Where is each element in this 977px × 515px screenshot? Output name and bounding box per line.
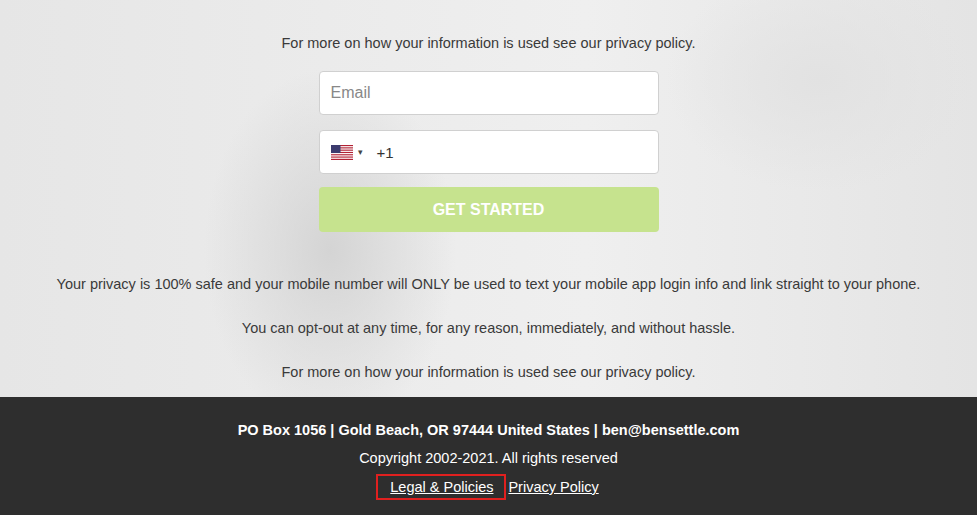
signup-page: For more on how your information is used…	[0, 0, 977, 514]
footer-address: PO Box 1056 | Gold Beach, OR 97444 Unite…	[238, 420, 740, 440]
info-note: You can opt-out at any time, for any rea…	[57, 318, 921, 338]
phone-input[interactable]: ▾ +1	[319, 130, 659, 174]
footer-link[interactable]: Privacy Policy	[506, 475, 600, 499]
footer-copyright: Copyright 2002-2021. All rights reserved	[359, 448, 618, 468]
footer-link[interactable]: Legal & Policies	[376, 474, 506, 500]
privacy-note: For more on how your information is used…	[282, 33, 696, 53]
footer: PO Box 1056 | Gold Beach, OR 97444 Unite…	[0, 397, 977, 514]
signup-form: Email ▾ +1 GET STARTED	[319, 71, 659, 232]
email-input[interactable]: Email	[319, 71, 659, 115]
info-note: For more on how your information is used…	[57, 362, 921, 382]
get-started-button[interactable]: GET STARTED	[319, 187, 659, 232]
country-select[interactable]: ▾	[331, 145, 363, 160]
info-note: Your privacy is 100% safe and your mobil…	[57, 274, 921, 294]
us-flag-icon	[331, 145, 353, 160]
signup-section: For more on how your information is used…	[0, 0, 977, 397]
